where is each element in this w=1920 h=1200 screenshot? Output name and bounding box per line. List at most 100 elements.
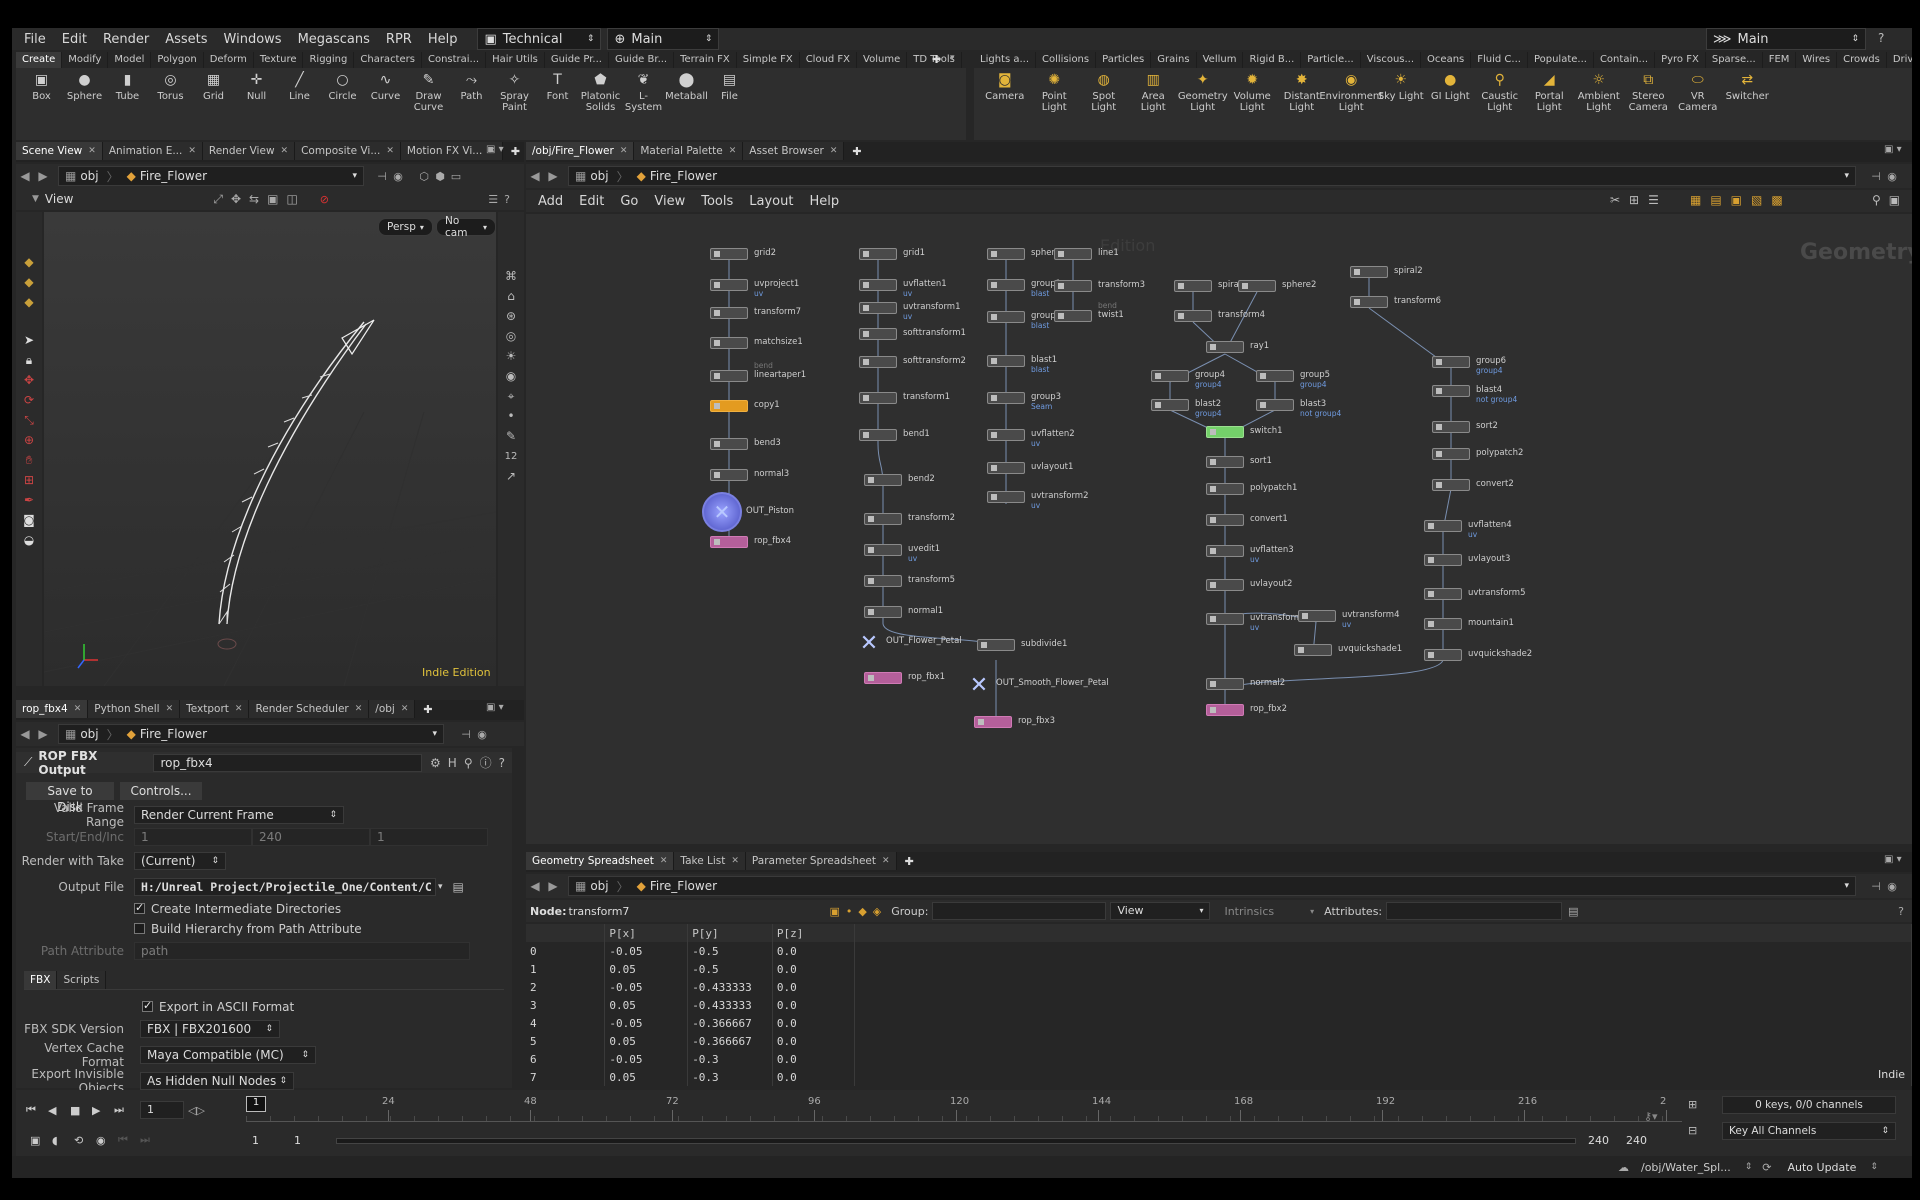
pin-icon[interactable]: ⊣ (374, 168, 390, 184)
cube-solid-icon[interactable]: ⬢ (432, 168, 448, 184)
node-uvtransform4[interactable] (1298, 610, 1336, 622)
shelf-tab-rigid-b[interactable]: Rigid B... (1243, 52, 1302, 68)
node-transform5[interactable] (864, 575, 902, 587)
node-group6[interactable] (1432, 356, 1470, 368)
node-rop_fbx2[interactable] (1206, 704, 1244, 716)
keys-field[interactable]: 0 keys, 0/0 channels (1722, 1096, 1896, 1114)
pin-icon[interactable]: ⊣ (1868, 168, 1884, 184)
shelf-tab-terrain-fx[interactable]: Terrain FX (674, 52, 737, 68)
camera-tool-icon[interactable]: ◙ (18, 510, 40, 530)
node-uvquickshade1[interactable] (1294, 644, 1332, 656)
shelf-tab-rigging[interactable]: Rigging (303, 52, 355, 68)
node-uvflatten4[interactable] (1424, 520, 1462, 532)
node-rop_fbx1[interactable] (864, 672, 902, 684)
node-normal2[interactable] (1206, 678, 1244, 690)
shelf-tab-grains[interactable]: Grains (1151, 52, 1197, 68)
node-softtransform1[interactable] (859, 328, 897, 340)
shelf-tab-simple-fx[interactable]: Simple FX (737, 52, 800, 68)
network-path[interactable]: ▦ obj 〉 ◆ Fire_Flower ▾ (568, 166, 1856, 186)
table-row[interactable]: 2 -0.05 -0.433333 0.0 (526, 978, 1912, 996)
close-icon[interactable]: ✕ (386, 146, 394, 156)
tool-camera[interactable]: ◙ Camera (980, 68, 1030, 102)
node-ray1[interactable] (1206, 341, 1244, 353)
loop-icon[interactable]: ⟲ (74, 1134, 96, 1147)
tool-geometry-light[interactable]: ✦ Geometry Light (1178, 68, 1228, 113)
node-uvedit1[interactable] (864, 544, 902, 556)
node-spiral1[interactable] (1174, 280, 1212, 292)
tool-null[interactable]: ✛ Null (235, 68, 278, 102)
frame-field[interactable]: 1 (140, 1101, 184, 1119)
tool-tube[interactable]: ▮ Tube (106, 68, 149, 102)
shelf-tab-particle[interactable]: Particle... (1301, 52, 1361, 68)
node-group4[interactable] (1151, 370, 1189, 382)
node-uvquickshade2[interactable] (1424, 649, 1462, 661)
node-uvlayout1[interactable] (987, 462, 1025, 474)
tool-draw-curve[interactable]: ✎ Draw Curve (407, 68, 450, 113)
node-uvflatten3[interactable] (1206, 545, 1244, 557)
cube-icon[interactable]: ⬡ (416, 168, 432, 184)
node-grid2[interactable] (710, 248, 748, 260)
tool-box[interactable]: ▣ Box (20, 68, 63, 102)
point-display-icon[interactable]: • (500, 406, 522, 426)
node-sort2[interactable] (1432, 421, 1470, 433)
tool-area-light[interactable]: ▥ Area Light (1129, 68, 1179, 113)
tool-caustic-light[interactable]: ⚲ Caustic Light (1475, 68, 1525, 113)
close-icon[interactable]: ✕ (88, 146, 96, 156)
node-uvtransform5[interactable] (1424, 588, 1462, 600)
back-icon[interactable]: ◀ (16, 727, 34, 741)
network-menu-layout[interactable]: Layout (741, 194, 801, 209)
add-tab-icon[interactable]: ✚ (852, 145, 861, 158)
node-mountain1[interactable] (1424, 618, 1462, 630)
shelf-tab-guide-pr[interactable]: Guide Pr... (545, 52, 609, 68)
shelf-tab-volume[interactable]: Volume (857, 52, 908, 68)
shelf-tab-sparse[interactable]: Sparse... (1706, 52, 1763, 68)
node-polypatch1[interactable] (1206, 483, 1244, 495)
node-rop_fbx3[interactable] (974, 716, 1012, 728)
select-tool-icon[interactable]: ◆ (18, 252, 40, 272)
node-polypatch2[interactable] (1432, 448, 1470, 460)
help-icon[interactable]: ? (1898, 905, 1904, 918)
tool-sky-light[interactable]: ☀ Sky Light (1376, 68, 1426, 102)
tab-fbx[interactable]: FBX (24, 970, 58, 989)
lock-icon[interactable]: 🔒︎ (18, 350, 40, 370)
menu-help[interactable]: Help (420, 32, 466, 47)
network-menu-add[interactable]: Add (530, 194, 571, 209)
node-softtransform2[interactable] (859, 356, 897, 368)
wire-icon[interactable]: ◎ (500, 326, 522, 346)
param-header-icons[interactable]: ⚙H⚲ⓘ? (430, 754, 512, 771)
shelf-tab-drive-si[interactable]: Drive Si... (1887, 52, 1912, 68)
chevron-down-icon[interactable]: ▾ (438, 882, 443, 892)
node-bend1[interactable] (859, 429, 897, 441)
node-uvlayout3[interactable] (1424, 554, 1462, 566)
3d-viewport[interactable]: Persp ▾ No cam ▾ Indie Edition (44, 212, 496, 686)
invisible-select[interactable]: As Hidden Null Nodes ⇕ (140, 1071, 294, 1090)
ascii-checkbox[interactable] (142, 999, 153, 1012)
tab-render-view[interactable]: Render View ✕ (202, 142, 296, 160)
persp-menu[interactable]: Persp ▾ (378, 218, 433, 236)
tool-l-system[interactable]: ❦ L-System (622, 68, 665, 113)
view-select[interactable]: View ▾ (1110, 902, 1211, 920)
timeline-bar[interactable]: 1 24 48 72 96 120 144 168 192 216 2 (246, 1096, 1682, 1122)
out-node-out-smooth-flower-petal[interactable]: ✕ (966, 673, 992, 698)
node-uvlayout2[interactable] (1206, 579, 1244, 591)
key-all-select[interactable]: Key All Channels ⇕ (1722, 1122, 1896, 1140)
link-icon[interactable]: ◉ (1884, 878, 1900, 894)
display-icon[interactable]: ⌘ (500, 266, 522, 286)
arrow-tool-icon[interactable]: ➤ (18, 330, 40, 350)
shelf-tab-sidefx[interactable]: SideFX... (962, 52, 966, 68)
network-menu-view[interactable]: View (646, 194, 693, 209)
node-convert1[interactable] (1206, 514, 1244, 526)
node-lineartaper1[interactable] (710, 370, 748, 382)
tab-scene-view[interactable]: Scene View ✕ (16, 142, 103, 160)
node-matchsize1[interactable] (710, 337, 748, 349)
build-hier-checkbox[interactable] (134, 923, 145, 934)
menu-file[interactable]: File (16, 32, 54, 47)
network-editor[interactable]: Edition Geometry grid2 uvproject1 uv transf… (526, 214, 1912, 844)
numbers-icon[interactable]: 12 (500, 446, 522, 466)
render-tool-icon[interactable]: ◒ (18, 530, 40, 550)
pin-icon[interactable]: ⊣ (1868, 878, 1884, 894)
controls-button[interactable]: Controls... (120, 781, 202, 800)
add-shelf-icon[interactable]: ✚ (932, 53, 941, 66)
menu-edit[interactable]: Edit (54, 32, 95, 47)
node-subdivide1[interactable] (977, 639, 1015, 651)
